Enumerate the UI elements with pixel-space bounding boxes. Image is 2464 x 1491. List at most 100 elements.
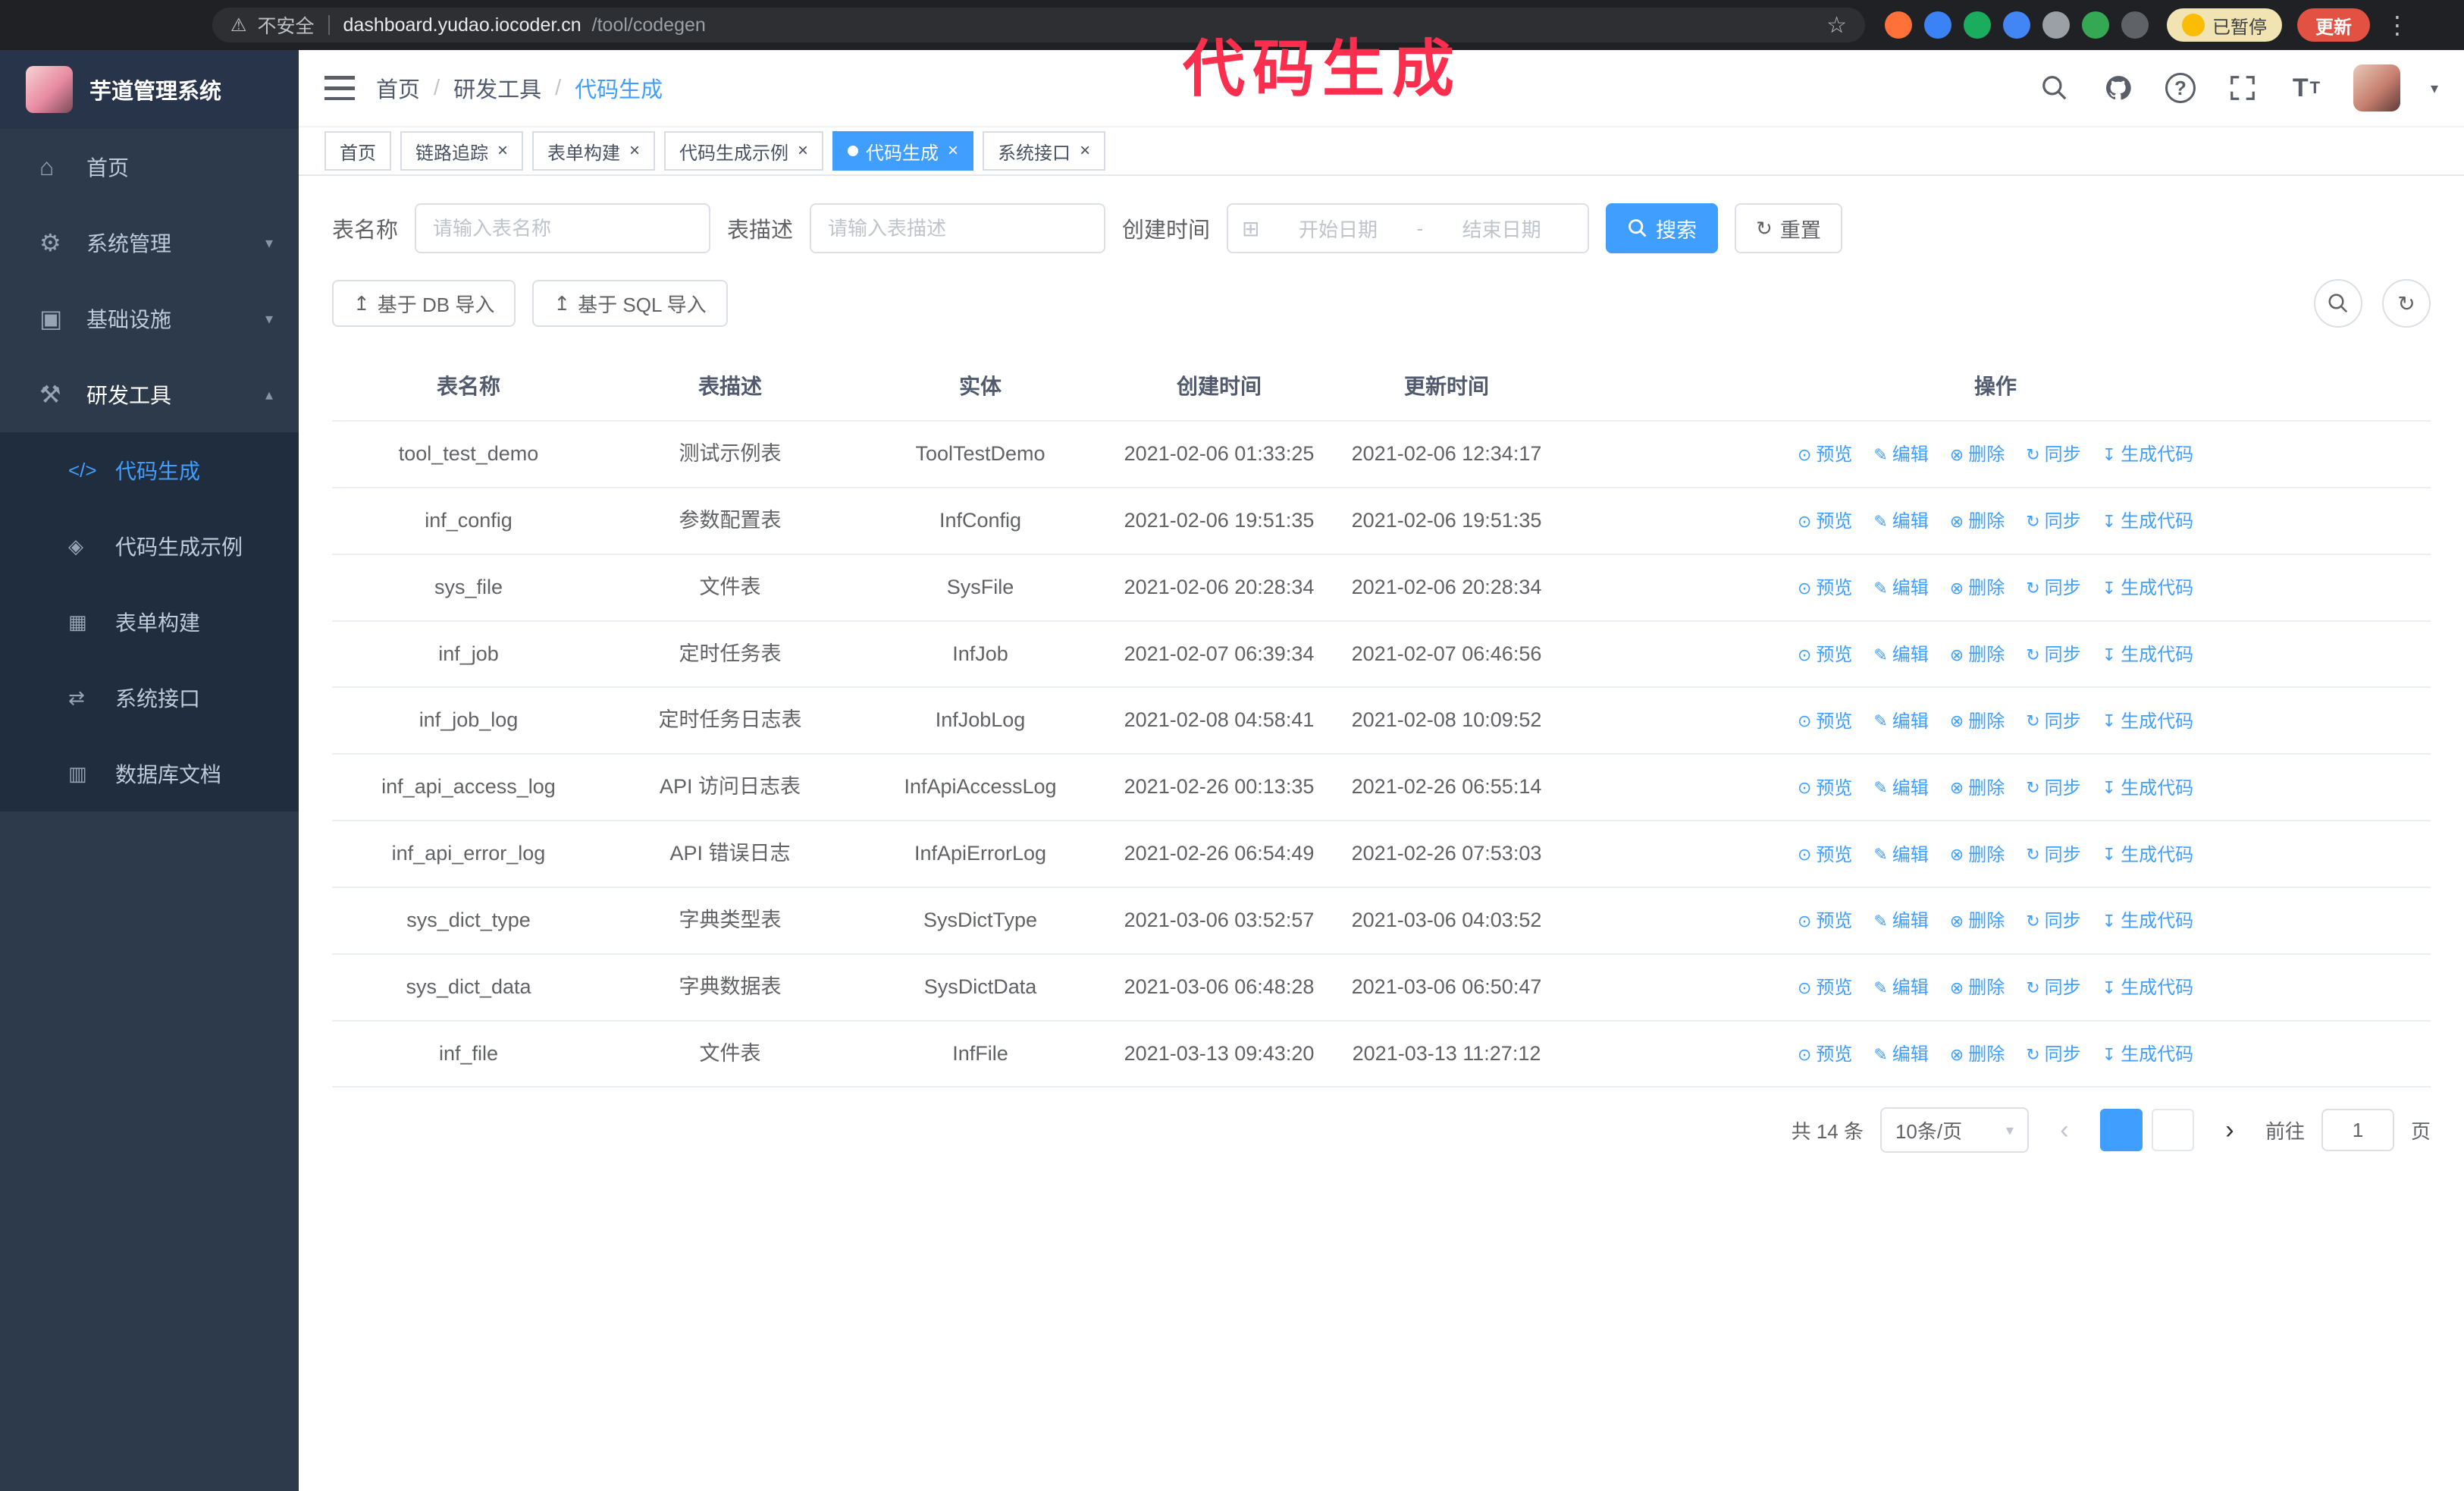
action-preview-link[interactable]: ⊙ 预览 bbox=[1798, 574, 1852, 602]
action-generate-link[interactable]: ↧ 生成代码 bbox=[2102, 507, 2193, 535]
tab[interactable]: 首页 bbox=[324, 131, 391, 171]
reload-icon[interactable] bbox=[111, 5, 152, 46]
action-edit-link[interactable]: ✎ 编辑 bbox=[1873, 441, 1928, 469]
create-time-range-picker[interactable]: ⊞ 开始日期 - 结束日期 bbox=[1227, 203, 1590, 253]
search-button[interactable]: 搜索 bbox=[1606, 203, 1719, 253]
next-page-button[interactable]: › bbox=[2210, 1109, 2249, 1152]
page-button[interactable] bbox=[2099, 1109, 2143, 1152]
sidebar-item[interactable]: ⚒ 研发工具 ▴ bbox=[0, 356, 299, 432]
action-preview-link[interactable]: ⊙ 预览 bbox=[1798, 774, 1852, 802]
page-button[interactable] bbox=[2151, 1109, 2194, 1152]
reset-button[interactable]: ↻ 重置 bbox=[1735, 203, 1842, 253]
forward-icon[interactable] bbox=[62, 5, 103, 46]
action-delete-link[interactable]: ⊗ 删除 bbox=[1950, 774, 2005, 802]
github-icon[interactable] bbox=[2102, 71, 2135, 105]
green-check-extension-icon[interactable] bbox=[1964, 11, 1991, 39]
action-edit-link[interactable]: ✎ 编辑 bbox=[1873, 974, 1928, 1002]
tab-close-icon[interactable]: × bbox=[798, 142, 808, 160]
action-sync-link[interactable]: ↻ 同步 bbox=[2026, 907, 2080, 935]
sidebar-subitem[interactable]: </> 代码生成 bbox=[0, 432, 299, 508]
action-delete-link[interactable]: ⊗ 删除 bbox=[1950, 441, 2005, 469]
refresh-button[interactable]: ↻ bbox=[2382, 279, 2431, 328]
action-delete-link[interactable]: ⊗ 删除 bbox=[1950, 641, 2005, 669]
action-sync-link[interactable]: ↻ 同步 bbox=[2026, 1041, 2080, 1069]
action-sync-link[interactable]: ↻ 同步 bbox=[2026, 641, 2080, 669]
action-edit-link[interactable]: ✎ 编辑 bbox=[1873, 507, 1928, 535]
action-edit-link[interactable]: ✎ 编辑 bbox=[1873, 1041, 1928, 1069]
action-preview-link[interactable]: ⊙ 预览 bbox=[1798, 1041, 1852, 1069]
action-delete-link[interactable]: ⊗ 删除 bbox=[1950, 907, 2005, 935]
action-generate-link[interactable]: ↧ 生成代码 bbox=[2102, 774, 2193, 802]
action-edit-link[interactable]: ✎ 编辑 bbox=[1873, 774, 1928, 802]
sidebar-item[interactable]: ⌂ 首页 bbox=[0, 129, 299, 205]
address-bar[interactable]: ⚠ 不安全 dashboard.yudao.iocoder.cn /tool/c… bbox=[212, 8, 1865, 42]
leaf-extension-icon[interactable] bbox=[2082, 11, 2109, 39]
avatar-caret-icon[interactable]: ▾ bbox=[2431, 79, 2438, 98]
action-edit-link[interactable]: ✎ 编辑 bbox=[1873, 574, 1928, 602]
action-delete-link[interactable]: ⊗ 删除 bbox=[1950, 708, 2005, 736]
prev-page-button[interactable]: ‹ bbox=[2045, 1109, 2083, 1152]
goto-page-input[interactable] bbox=[2321, 1109, 2394, 1152]
action-generate-link[interactable]: ↧ 生成代码 bbox=[2102, 907, 2193, 935]
action-generate-link[interactable]: ↧ 生成代码 bbox=[2102, 841, 2193, 869]
action-sync-link[interactable]: ↻ 同步 bbox=[2026, 507, 2080, 535]
action-generate-link[interactable]: ↧ 生成代码 bbox=[2102, 974, 2193, 1002]
people-extension-icon[interactable] bbox=[2003, 11, 2030, 39]
action-delete-link[interactable]: ⊗ 删除 bbox=[1950, 841, 2005, 869]
action-generate-link[interactable]: ↧ 生成代码 bbox=[2102, 708, 2193, 736]
bookmark-star-icon[interactable]: ☆ bbox=[1826, 12, 1847, 39]
tab-close-icon[interactable]: × bbox=[1080, 142, 1090, 160]
action-generate-link[interactable]: ↧ 生成代码 bbox=[2102, 641, 2193, 669]
action-preview-link[interactable]: ⊙ 预览 bbox=[1798, 507, 1852, 535]
browser-menu-icon[interactable]: ⋮ bbox=[2385, 11, 2409, 39]
user-avatar[interactable] bbox=[2353, 64, 2400, 111]
action-sync-link[interactable]: ↻ 同步 bbox=[2026, 574, 2080, 602]
page-size-select[interactable]: 10条/页 ▾ bbox=[1879, 1107, 2029, 1154]
action-edit-link[interactable]: ✎ 编辑 bbox=[1873, 708, 1928, 736]
paused-badge[interactable]: 已暂停 bbox=[2167, 8, 2282, 42]
action-sync-link[interactable]: ↻ 同步 bbox=[2026, 708, 2080, 736]
action-delete-link[interactable]: ⊗ 删除 bbox=[1950, 507, 2005, 535]
action-preview-link[interactable]: ⊙ 预览 bbox=[1798, 441, 1852, 469]
help-icon[interactable]: ? bbox=[2165, 73, 2196, 103]
fullscreen-icon[interactable] bbox=[2226, 71, 2259, 105]
search-icon[interactable] bbox=[2038, 71, 2071, 105]
fox-extension-icon[interactable] bbox=[1885, 11, 1912, 39]
tab[interactable]: 代码生成 × bbox=[832, 131, 974, 171]
action-generate-link[interactable]: ↧ 生成代码 bbox=[2102, 441, 2193, 469]
action-sync-link[interactable]: ↻ 同步 bbox=[2026, 441, 2080, 469]
action-delete-link[interactable]: ⊗ 删除 bbox=[1950, 574, 2005, 602]
toggle-search-button[interactable] bbox=[2314, 279, 2362, 328]
font-size-icon[interactable]: TT bbox=[2290, 71, 2323, 105]
tab-close-icon[interactable]: × bbox=[497, 142, 508, 160]
sidebar-subitem[interactable]: ⇄ 系统接口 bbox=[0, 660, 299, 736]
drop-extension-icon[interactable] bbox=[1924, 11, 1951, 39]
sidebar-subitem[interactable]: ▥ 数据库文档 bbox=[0, 736, 299, 811]
action-sync-link[interactable]: ↻ 同步 bbox=[2026, 974, 2080, 1002]
action-preview-link[interactable]: ⊙ 预览 bbox=[1798, 841, 1852, 869]
table-desc-input[interactable] bbox=[810, 203, 1106, 253]
tab[interactable]: 代码生成示例 × bbox=[664, 131, 824, 171]
sidebar-item[interactable]: ⚙ 系统管理 ▾ bbox=[0, 205, 299, 281]
import-sql-button[interactable]: ↥ 基于 SQL 导入 bbox=[532, 280, 728, 327]
breadcrumb-item[interactable]: 首页 bbox=[376, 72, 420, 104]
tab[interactable]: 系统接口 × bbox=[983, 131, 1106, 171]
tab-close-icon[interactable]: × bbox=[629, 142, 640, 160]
sidebar-subitem[interactable]: ◈ 代码生成示例 bbox=[0, 508, 299, 584]
sidebar-item[interactable]: ▣ 基础设施 ▾ bbox=[0, 281, 299, 356]
sidebar-subitem[interactable]: ▦ 表单构建 bbox=[0, 584, 299, 660]
action-preview-link[interactable]: ⊙ 预览 bbox=[1798, 974, 1852, 1002]
tab[interactable]: 链路追踪 × bbox=[400, 131, 524, 171]
action-sync-link[interactable]: ↻ 同步 bbox=[2026, 774, 2080, 802]
action-delete-link[interactable]: ⊗ 删除 bbox=[1950, 1041, 2005, 1069]
action-edit-link[interactable]: ✎ 编辑 bbox=[1873, 907, 1928, 935]
action-delete-link[interactable]: ⊗ 删除 bbox=[1950, 974, 2005, 1002]
tab[interactable]: 表单构建 × bbox=[532, 131, 656, 171]
tab-close-icon[interactable]: × bbox=[948, 142, 958, 160]
action-preview-link[interactable]: ⊙ 预览 bbox=[1798, 641, 1852, 669]
collapse-sidebar-icon[interactable] bbox=[324, 76, 355, 100]
puzzle-extension-icon[interactable] bbox=[2121, 11, 2149, 39]
breadcrumb-item[interactable]: 研发工具 bbox=[453, 72, 541, 104]
action-edit-link[interactable]: ✎ 编辑 bbox=[1873, 641, 1928, 669]
action-edit-link[interactable]: ✎ 编辑 bbox=[1873, 841, 1928, 869]
